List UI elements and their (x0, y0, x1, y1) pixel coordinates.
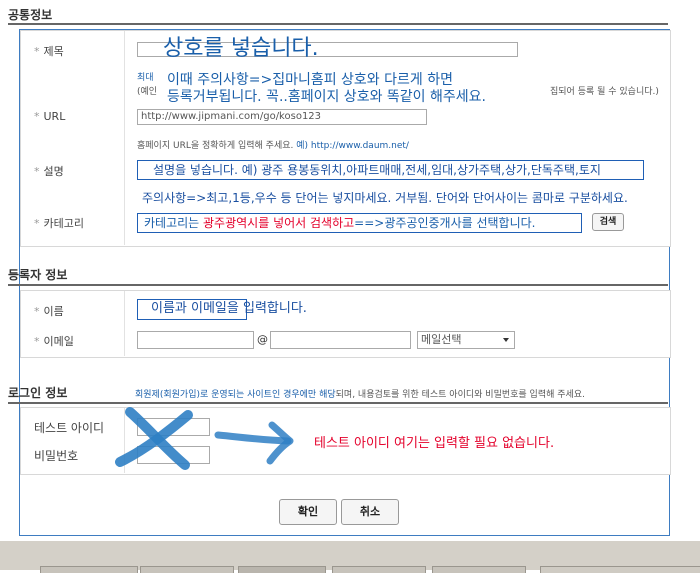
taskbar-top-line (0, 540, 700, 541)
login-notice: 회원제(회원가입)로 운영되는 사이트인 경우에만 해당되며, 내용검토를 위한… (135, 390, 585, 400)
login-annotation: 테스트 아이디 여기는 입력할 필요 없습니다. (314, 436, 555, 451)
title-annotation-main: 상호를 넣습니다. (163, 36, 319, 61)
label-name: * 이름 (34, 305, 64, 318)
title-annotation-note2: 등록거부됩니다. 꼭..홈페이지 상호와 똑같이 해주세요. (167, 89, 486, 105)
section-title-login: 로그인 정보 (8, 386, 68, 400)
email-domain-input[interactable] (270, 331, 411, 349)
title-hint-prefix: 최대 (137, 73, 154, 83)
url-input[interactable]: http://www.jipmani.com/go/koso123 (137, 109, 427, 125)
column-divider (124, 291, 125, 356)
url-help-text: 홈페이지 URL을 정확하게 입력해 주세요. 예) http://www.da… (137, 141, 409, 151)
title-hint-suffix: 집되어 등록 될 수 있습니다.) (550, 87, 659, 97)
section-rule (8, 402, 668, 404)
section-rule (8, 23, 668, 25)
cancel-button[interactable]: 취소 (341, 499, 399, 525)
chevron-down-icon (503, 338, 509, 342)
windows-taskbar (0, 540, 700, 573)
label-title: * 제목 (34, 45, 64, 58)
email-domain-select[interactable]: 메일선택 (417, 331, 515, 349)
title-hint-example: (예인 (137, 87, 158, 97)
arrow-right-icon (214, 421, 294, 465)
label-description: * 설명 (34, 165, 64, 178)
column-divider (124, 31, 125, 245)
email-at-sign: @ (257, 333, 268, 346)
section-rule (8, 284, 668, 286)
x-mark-icon (115, 407, 193, 470)
description-annotation-note: 주의사항=>최고,1등,우수 등 단어는 넣지마세요. 거부됨. 단어와 단어사… (142, 191, 628, 205)
email-id-input[interactable] (137, 331, 254, 349)
confirm-button[interactable]: 확인 (279, 499, 337, 525)
description-annotation-box: 설명을 넣습니다. 예) 광주 용봉동위치,아파트매매,전세,임대,상가주택,상… (137, 160, 644, 180)
name-email-annotation: 이름과 이메일을 입력합니다. (137, 299, 307, 320)
label-email: * 이메일 (34, 335, 74, 348)
label-url: * URL (34, 110, 66, 123)
section-title-registrant: 등록자 정보 (8, 268, 68, 282)
label-category: * 카테고리 (34, 217, 84, 230)
category-search-button[interactable]: 검색 (592, 213, 624, 231)
section-title-common: 공통정보 (8, 8, 53, 22)
label-password: 비밀번호 (34, 449, 79, 463)
label-test-id: 테스트 아이디 (34, 421, 105, 435)
category-annotation-box: 카테고리는 광주광역시를 넣어서 검색하고==>광주공인중개사를 선택합니다. (137, 213, 582, 233)
